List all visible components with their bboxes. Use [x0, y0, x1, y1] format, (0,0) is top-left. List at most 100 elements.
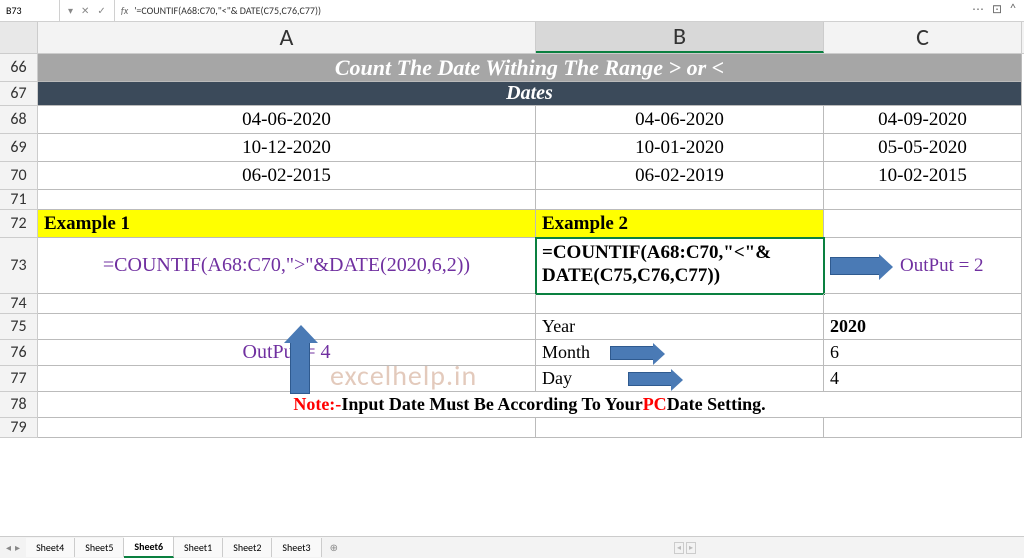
cell-b73-selected[interactable]: =COUNTIF(A68:C70,"<"& DATE(C75,C76,C77)) [536, 238, 824, 294]
cell-a69[interactable]: 10-12-2020 [38, 134, 536, 162]
row-header[interactable]: 67 [0, 82, 38, 106]
output-text: OutPut = 2 [900, 255, 984, 277]
row-68: 68 04-06-2020 04-06-2020 04-09-2020 [0, 106, 1024, 134]
row-header[interactable]: 78 [0, 392, 38, 418]
formula-input[interactable]: '=COUNTIF(A68:C70,"<"& DATE(C75,C76,C77)… [134, 4, 1024, 17]
cell-b71[interactable] [536, 190, 824, 210]
note-text-1: Input Date Must Be According To Your [341, 394, 642, 415]
cell-a72[interactable]: Example 1 [38, 210, 536, 238]
cell-c73[interactable]: OutPut = 2 [824, 238, 1022, 294]
cell-a68[interactable]: 04-06-2020 [38, 106, 536, 134]
row-header[interactable]: 75 [0, 314, 38, 340]
formula-bar: B73 ▾ ✕ ✓ fx '=COUNTIF(A68:C70,"<"& DATE… [0, 0, 1024, 22]
expand-icon[interactable]: ⊡ [992, 2, 1002, 17]
arrow-up-icon [290, 342, 310, 394]
row-header[interactable]: 73 [0, 238, 38, 294]
arrow-right-icon [830, 257, 880, 275]
cell-a73[interactable]: =COUNTIF(A68:C70,">"&DATE(2020,6,2)) [38, 238, 536, 294]
row-67: 67 Dates [0, 82, 1024, 106]
month-label: Month [542, 342, 590, 363]
cell-b68[interactable]: 04-06-2020 [536, 106, 824, 134]
cell-b74[interactable] [536, 294, 824, 314]
row-header[interactable]: 70 [0, 162, 38, 190]
tab-sheet6[interactable]: Sheet6 [124, 537, 174, 558]
confirm-icon[interactable]: ✓ [97, 4, 105, 17]
row-70: 70 06-02-2015 06-02-2019 10-02-2015 [0, 162, 1024, 190]
cell-c68[interactable]: 04-09-2020 [824, 106, 1022, 134]
select-all-corner[interactable] [0, 22, 38, 53]
row-66: 66 Count The Date Withing The Range > or… [0, 54, 1024, 82]
row-73: 73 =COUNTIF(A68:C70,">"&DATE(2020,6,2)) … [0, 238, 1024, 294]
tab-sheet3[interactable]: Sheet3 [272, 538, 321, 557]
cell-b77[interactable]: Day [536, 366, 824, 392]
cell-a70[interactable]: 06-02-2015 [38, 162, 536, 190]
row-header[interactable]: 66 [0, 54, 38, 82]
cell-c69[interactable]: 05-05-2020 [824, 134, 1022, 162]
watermark: excelhelp.in [330, 358, 477, 393]
day-label: Day [542, 368, 572, 389]
tab-sheet4[interactable]: Sheet4 [26, 538, 75, 557]
row-header[interactable]: 79 [0, 418, 38, 438]
cell-a74[interactable] [38, 294, 536, 314]
formula-bar-buttons: ▾ ✕ ✓ [60, 0, 115, 21]
cell-c71[interactable] [824, 190, 1022, 210]
row-header[interactable]: 74 [0, 294, 38, 314]
cell-c74[interactable] [824, 294, 1022, 314]
cell-a71[interactable] [38, 190, 536, 210]
cell-c77[interactable]: 4 [824, 366, 1022, 392]
column-headers: A B C [0, 22, 1024, 54]
row-74: 74 [0, 294, 1024, 314]
tab-prev-icon[interactable]: ◂ [6, 541, 11, 554]
row-header[interactable]: 69 [0, 134, 38, 162]
cell-c70[interactable]: 10-02-2015 [824, 162, 1022, 190]
row-79: 79 [0, 418, 1024, 438]
row-71: 71 [0, 190, 1024, 210]
cell-b69[interactable]: 10-01-2020 [536, 134, 824, 162]
tab-nav: ◂ ▸ [0, 541, 26, 554]
cancel-icon[interactable]: ✕ [81, 4, 89, 17]
cell-c72[interactable] [824, 210, 1022, 238]
chevron-up-icon[interactable]: ^ [1010, 2, 1016, 17]
row-69: 69 10-12-2020 10-01-2020 05-05-2020 [0, 134, 1024, 162]
row-77: 77 Day 4 [0, 366, 1024, 392]
cell-c76[interactable]: 6 [824, 340, 1022, 366]
arrow-right-icon [628, 372, 672, 386]
arrow-up-shape [290, 342, 310, 394]
note-text-2: Date Setting. [667, 394, 766, 415]
tab-sheet1[interactable]: Sheet1 [174, 538, 223, 557]
window-controls: ⋯ ⊡ ^ [972, 2, 1016, 17]
column-header-a[interactable]: A [38, 22, 536, 53]
column-header-c[interactable]: C [824, 22, 1022, 53]
arrow-right-icon [610, 346, 654, 360]
tab-sheet2[interactable]: Sheet2 [223, 538, 272, 557]
cell-c79[interactable] [824, 418, 1022, 438]
note-label: Note:- [293, 394, 341, 415]
sheet-tabs-bar: ◂ ▸ Sheet4 Sheet5 Sheet6 Sheet1 Sheet2 S… [0, 536, 1024, 558]
row-header[interactable]: 68 [0, 106, 38, 134]
more-icon[interactable]: ⋯ [972, 2, 984, 17]
cell-b72[interactable]: Example 2 [536, 210, 824, 238]
title-cell[interactable]: Count The Date Withing The Range > or < [38, 54, 1022, 82]
cell-b79[interactable] [536, 418, 824, 438]
column-header-b[interactable]: B [536, 22, 824, 53]
horizontal-scroll[interactable]: ◂▸ [346, 542, 1024, 554]
fx-icon[interactable]: fx [115, 4, 134, 17]
dropdown-icon[interactable]: ▾ [68, 4, 73, 17]
note-pc: PC [643, 394, 667, 415]
cell-a79[interactable] [38, 418, 536, 438]
row-header[interactable]: 72 [0, 210, 38, 238]
cell-c75[interactable]: 2020 [824, 314, 1022, 340]
note-cell[interactable]: Note:- Input Date Must Be According To Y… [38, 392, 1022, 418]
cell-b76[interactable]: Month [536, 340, 824, 366]
add-sheet-button[interactable]: ⊕ [322, 538, 346, 557]
dates-header-cell[interactable]: Dates [38, 82, 1022, 106]
cell-b70[interactable]: 06-02-2019 [536, 162, 824, 190]
row-72: 72 Example 1 Example 2 [0, 210, 1024, 238]
row-header[interactable]: 77 [0, 366, 38, 392]
cell-b75[interactable]: Year [536, 314, 824, 340]
tab-sheet5[interactable]: Sheet5 [75, 538, 124, 557]
tab-next-icon[interactable]: ▸ [15, 541, 20, 554]
name-box[interactable]: B73 [0, 0, 60, 21]
row-header[interactable]: 71 [0, 190, 38, 210]
row-header[interactable]: 76 [0, 340, 38, 366]
